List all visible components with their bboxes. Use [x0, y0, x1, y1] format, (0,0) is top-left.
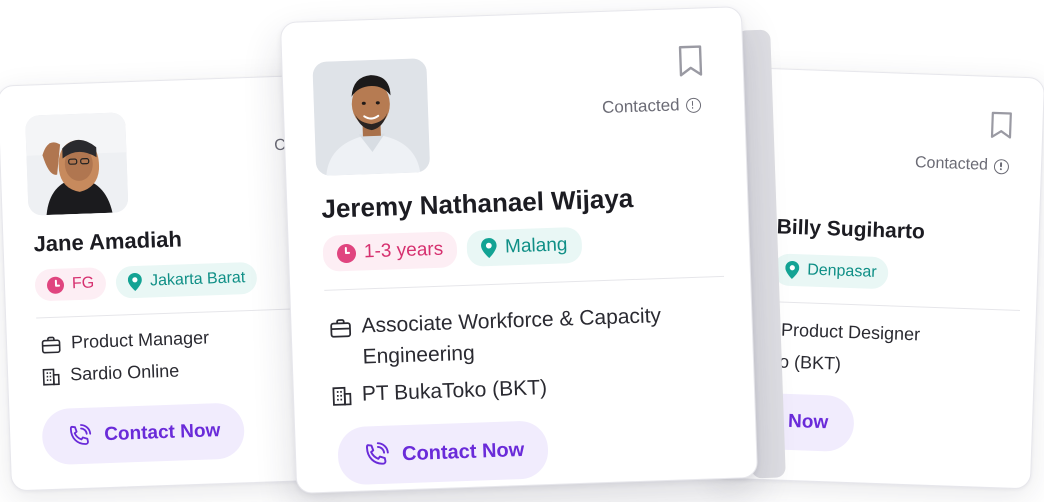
location-pin-icon: [481, 238, 497, 259]
candidate-name: Jeremy Nathanael Wijaya: [320, 182, 634, 224]
building-icon: [332, 386, 352, 406]
candidate-name: Billy Sugiharto: [776, 215, 926, 244]
contact-now-button[interactable]: Contact Now: [41, 402, 246, 466]
job-title-row: Product Designer: [780, 319, 921, 345]
candidate-tags: FG Jakarta Barat: [34, 261, 258, 302]
location-badge: Malang: [466, 226, 583, 267]
avatar: [312, 58, 431, 177]
avatar: [25, 112, 129, 216]
job-title-row: Associate Workforce & Capacity Engineeri…: [329, 300, 663, 374]
location-badge: Jakarta Barat: [115, 261, 258, 299]
phone-call-icon: [365, 442, 389, 465]
bookmark-icon[interactable]: [678, 44, 703, 77]
briefcase-icon: [41, 336, 61, 354]
briefcase-icon: [330, 319, 352, 338]
building-icon: [42, 368, 60, 386]
location-pin-icon: [128, 273, 143, 292]
candidate-name: Jane Amadiah: [33, 226, 183, 257]
location-pin-icon: [785, 260, 800, 279]
company-row: PT BukaToko (BKT): [332, 376, 548, 407]
clock-icon: [336, 243, 357, 263]
candidate-card-jeremy[interactable]: Contacted Jeremy Nathanael Wijaya 1-3 ye…: [279, 6, 759, 494]
info-icon[interactable]: [993, 158, 1010, 174]
bookmark-icon[interactable]: [990, 111, 1013, 140]
contacted-status: Contacted: [602, 95, 701, 118]
job-title-row: Product Manager: [41, 327, 210, 354]
contacted-status: Contacted: [915, 154, 1010, 175]
phone-call-icon: [69, 424, 92, 445]
divider: [760, 300, 1020, 311]
experience-badge: 1-3 years: [322, 231, 458, 272]
clock-icon: [46, 275, 65, 294]
contact-now-button[interactable]: Contact Now: [337, 420, 550, 486]
candidate-tags: 1-3 years Malang: [322, 226, 583, 272]
info-icon[interactable]: [685, 97, 701, 113]
candidate-card-jane[interactable]: C Jane Amadiah FG Jakarta Barat Product …: [0, 74, 331, 492]
divider: [324, 275, 725, 291]
divider: [36, 308, 306, 319]
experience-badge: FG: [34, 267, 107, 302]
company-row: Sardio Online: [42, 361, 180, 387]
location-badge: Denpasar: [772, 253, 890, 290]
